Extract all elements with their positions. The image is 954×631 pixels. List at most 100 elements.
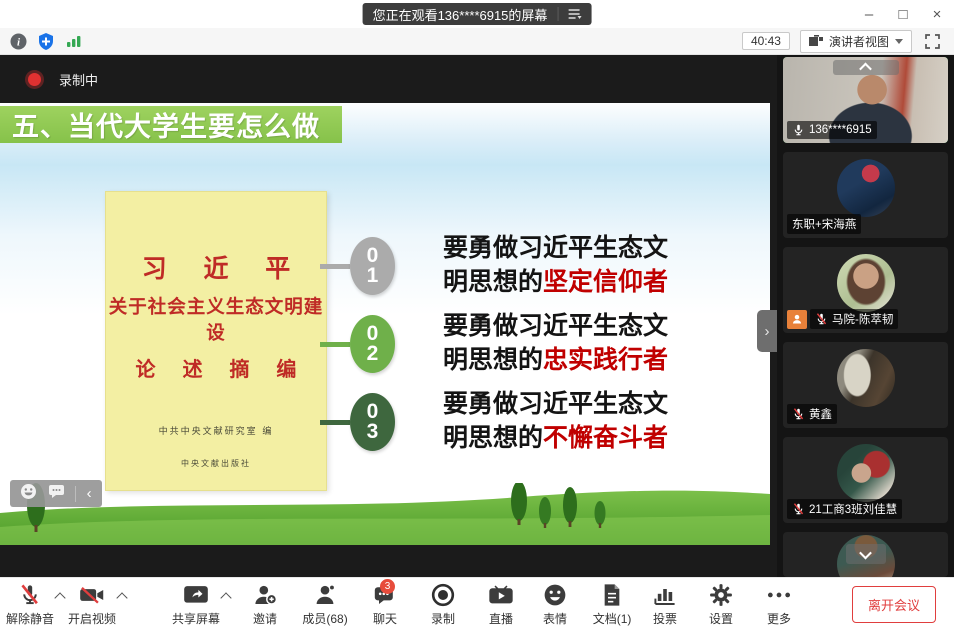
meeting-info-icon[interactable]: i: [8, 31, 28, 51]
participant-tile[interactable]: 东职+宋海燕: [783, 152, 948, 238]
statusbar: i 40:43 演讲者视图: [0, 28, 954, 55]
recording-label: 录制中: [59, 72, 99, 88]
connector-line: [320, 341, 350, 347]
start-video-button[interactable]: 开启视频: [68, 580, 116, 630]
mic-muted-icon: [793, 503, 804, 515]
settings-button[interactable]: 设置: [698, 580, 744, 630]
emoji-smiley-icon: [543, 583, 567, 607]
participant-tile[interactable]: 136****6915: [783, 57, 948, 143]
sidebar-expand-handle[interactable]: ›: [757, 310, 777, 352]
caption-chat-icon[interactable]: [48, 484, 65, 503]
shared-screen: 录制中 五、当代大学生要怎么做 习 近 平 关于社会主义生态文明建设 论 述 摘…: [0, 55, 777, 577]
more-button[interactable]: 更多: [756, 580, 802, 630]
close-button[interactable]: ×: [920, 0, 954, 28]
divider: [557, 7, 559, 21]
participant-tile[interactable]: 黄鑫: [783, 342, 948, 428]
members-icon: [313, 583, 337, 607]
network-signal-icon[interactable]: [64, 31, 84, 51]
minimize-button[interactable]: –: [852, 0, 886, 28]
book-cover: 习 近 平 关于社会主义生态文明建设 论 述 摘 编 中共中央文献研究室 编 中…: [105, 191, 327, 491]
participant-name: 21工商3班刘佳慧: [809, 504, 898, 516]
bottom-toolbar: 解除静音 开启视频 共享屏幕 邀请 成员(68) 3 聊天 录制 直播 表情 文…: [0, 577, 954, 631]
live-stream-button[interactable]: 直播: [478, 580, 524, 630]
point-text: 要勇做习近平生态文 明思想的忠实践行者: [443, 312, 669, 374]
invite-button[interactable]: 邀请: [242, 580, 288, 630]
point-text: 要勇做习近平生态文 明思想的坚定信仰者: [443, 234, 669, 296]
reaction-overlay: ‹: [10, 480, 102, 507]
point-item: 0 1 要勇做习近平生态文 明思想的坚定信仰者: [320, 234, 668, 298]
scroll-up-button[interactable]: [832, 60, 899, 76]
chevron-down-icon: [895, 38, 903, 44]
document-icon: [601, 583, 623, 607]
mic-muted-icon: [816, 313, 827, 325]
emoji-reaction-icon[interactable]: [20, 483, 37, 505]
security-shield-icon[interactable]: [36, 31, 56, 51]
meeting-window: 您正在观看136****6915的屏幕 – □ × i 40:43 演讲者视图: [0, 0, 954, 631]
recording-dot-icon: [28, 72, 41, 86]
vote-button[interactable]: 投票: [642, 580, 688, 630]
view-mode-switcher[interactable]: 演讲者视图: [799, 29, 912, 53]
avatar: [836, 159, 895, 218]
recording-bar: 录制中: [0, 55, 777, 103]
participant-tile[interactable]: 马院-陈萃韧: [783, 247, 948, 333]
share-screen-icon: [183, 583, 209, 607]
emoji-button[interactable]: 表情: [532, 580, 578, 630]
watching-banner-text: 您正在观看136****6915的屏幕: [372, 7, 548, 23]
highlight-text: 坚定信仰者: [543, 268, 669, 296]
view-mode-label: 演讲者视图: [828, 34, 889, 49]
participant-tile[interactable]: [783, 532, 948, 577]
highlight-text: 不懈奋斗者: [543, 424, 669, 452]
members-button[interactable]: 成员(68): [294, 580, 356, 630]
point-number: 0 1: [350, 237, 395, 295]
record-icon: [431, 583, 455, 607]
more-dots-icon: [766, 583, 792, 607]
book-editor: 中共中央文献研究室 编: [158, 427, 274, 437]
gear-icon: [709, 583, 733, 607]
record-button[interactable]: 录制: [420, 580, 466, 630]
participant-name: 东职+宋海燕: [792, 219, 857, 231]
connector-line: [320, 419, 350, 425]
collapse-left-icon[interactable]: ‹: [87, 486, 92, 501]
banner-menu-icon[interactable]: [568, 9, 582, 19]
mic-options-chevron[interactable]: [54, 591, 66, 604]
participant-name: 黄鑫: [809, 409, 832, 421]
leave-meeting-button[interactable]: 离开会议: [851, 586, 936, 623]
chevron-down-icon: [859, 546, 872, 559]
avatar: [836, 349, 895, 408]
unmute-button[interactable]: 解除静音: [6, 580, 54, 630]
share-screen-button[interactable]: 共享屏幕: [172, 580, 220, 630]
cohost-badge-icon: [787, 309, 807, 329]
participant-tile[interactable]: 21工商3班刘佳慧: [783, 437, 948, 523]
book-title-line2: 关于社会主义生态文明建设: [108, 297, 324, 344]
fullscreen-icon[interactable]: [922, 31, 942, 51]
presentation-slide: 五、当代大学生要怎么做 习 近 平 关于社会主义生态文明建设 论 述 摘 编 中…: [0, 103, 770, 545]
highlight-text: 忠实践行者: [543, 346, 669, 374]
main-area: 录制中 五、当代大学生要怎么做 习 近 平 关于社会主义生态文明建设 论 述 摘…: [0, 55, 954, 577]
book-title-line1: 习 近 平: [141, 254, 305, 283]
share-options-chevron[interactable]: [220, 591, 232, 604]
connector-line: [320, 263, 350, 269]
maximize-button[interactable]: □: [886, 0, 920, 28]
video-options-chevron[interactable]: [116, 591, 128, 604]
live-tv-icon: [489, 583, 513, 607]
chat-icon: 3: [373, 578, 397, 607]
point-item: 0 2 要勇做习近平生态文 明思想的忠实践行者: [320, 312, 668, 376]
watching-banner: 您正在观看136****6915的屏幕: [362, 3, 592, 25]
book-publisher: 中央文献出版社: [181, 459, 251, 468]
participant-name: 136****6915: [809, 124, 872, 136]
scroll-down-button[interactable]: [845, 544, 886, 564]
mic-muted-icon: [793, 408, 804, 420]
point-item: 0 3 要勇做习近平生态文 明思想的不懈奋斗者: [320, 390, 668, 454]
chat-button[interactable]: 3 聊天: [362, 578, 408, 630]
point-number: 0 2: [350, 315, 395, 373]
meeting-timer: 40:43: [741, 32, 790, 50]
chat-unread-badge: 3: [380, 578, 396, 594]
titlebar: 您正在观看136****6915的屏幕 – □ ×: [0, 0, 954, 28]
avatar: [836, 254, 895, 313]
book-title-line3: 论 述 摘 编: [135, 357, 307, 381]
participants-sidebar: 136****6915 东职+宋海燕 马院-陈萃韧 黄鑫 21工商3班刘佳慧: [777, 55, 954, 577]
docs-button[interactable]: 文档(1): [584, 580, 640, 630]
grass-hill: [0, 483, 770, 545]
chevron-up-icon: [859, 62, 872, 76]
participant-name: 马院-陈萃韧: [832, 314, 894, 326]
